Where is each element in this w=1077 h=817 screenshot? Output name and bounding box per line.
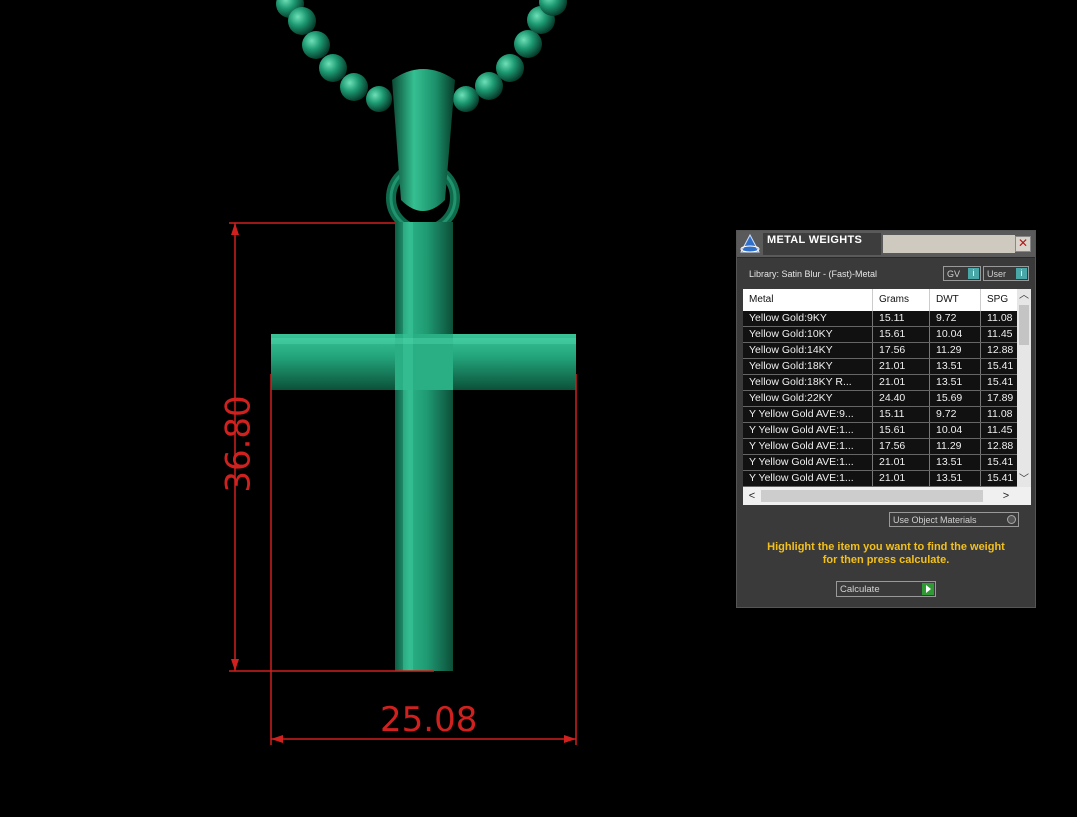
calculate-button[interactable]: Calculate <box>836 581 936 597</box>
cross <box>271 222 576 671</box>
instruction-line: for then press calculate. <box>822 554 950 566</box>
table-cell: Y Yellow Gold AVE:1... <box>743 471 873 486</box>
table-cell: 11.29 <box>930 343 981 358</box>
table-cell: 12.88 <box>987 344 1014 356</box>
scroll-right-icon[interactable]: > <box>999 487 1013 505</box>
table-cell: Yellow Gold:9KY <box>743 311 873 326</box>
table-row[interactable]: Yellow Gold:18KY R... 21.01 13.51 15.41 <box>743 375 1017 391</box>
play-icon <box>922 583 934 595</box>
instruction-text: Highlight the item you want to find the … <box>747 541 1025 567</box>
table-row[interactable]: Y Yellow Gold AVE:1... 15.61 10.04 11.45 <box>743 423 1017 439</box>
table-cell: 21.01 <box>873 359 930 374</box>
user-toggle-button[interactable]: User i <box>983 266 1029 281</box>
table-cell: 13.51 <box>930 359 981 374</box>
table-cell: Yellow Gold:22KY <box>743 391 873 406</box>
metal-weights-table[interactable]: Metal Grams DWT SPG Yellow Gold:9KY 15.11… <box>743 289 1031 505</box>
column-header-dwt[interactable]: DWT <box>930 289 981 311</box>
table-row[interactable]: Yellow Gold:10KY 15.61 10.04 11.45 <box>743 327 1017 343</box>
table-cell: 12.88 <box>987 440 1014 452</box>
scroll-thumb[interactable] <box>1019 305 1029 345</box>
metal-weights-panel: METAL WEIGHTS ✕ Library: Satin Blur - (F… <box>736 230 1036 608</box>
table-cell: Y Yellow Gold AVE:9... <box>743 407 873 422</box>
column-header-metal[interactable]: Metal <box>743 289 873 311</box>
panel-titlebar[interactable]: METAL WEIGHTS ✕ <box>737 231 1035 258</box>
table-cell: 17.56 <box>873 439 930 454</box>
table-header: Metal Grams DWT SPG <box>743 289 1017 311</box>
table-cell: 15.41 <box>987 376 1014 388</box>
info-icon: i <box>968 268 979 279</box>
table-cell: 21.01 <box>873 455 930 470</box>
radio-icon <box>1007 515 1016 524</box>
dimension-height-label: 36.80 <box>218 395 259 493</box>
table-row[interactable]: Yellow Gold:14KY 17.56 11.29 12.88 <box>743 343 1017 359</box>
table-cell: 11.08 <box>987 312 1013 324</box>
library-label: Library: Satin Blur - (Fast)-Metal <box>749 269 878 279</box>
use-object-materials-label: Use Object Materials <box>893 515 977 525</box>
gv-toggle-button[interactable]: GV i <box>943 266 981 281</box>
table-row[interactable]: Yellow Gold:18KY 21.01 13.51 15.41 <box>743 359 1017 375</box>
table-cell: Yellow Gold:14KY <box>743 343 873 358</box>
vertical-scrollbar[interactable]: ︿ ﹀ <box>1017 289 1031 487</box>
table-cell: 15.41 <box>987 456 1014 468</box>
table-cell: Yellow Gold:18KY R... <box>743 375 873 390</box>
table-cell: 15.11 <box>873 311 930 326</box>
horizontal-scrollbar[interactable]: < > <box>743 487 1031 505</box>
use-object-materials-toggle[interactable]: Use Object Materials <box>889 512 1019 527</box>
table-cell: 11.08 <box>987 408 1013 420</box>
table-cell: 11.45 <box>987 328 1013 340</box>
table-cell: 13.51 <box>930 375 981 390</box>
dimension-width-label: 25.08 <box>380 700 478 740</box>
table-row[interactable]: Y Yellow Gold AVE:1... 17.56 11.29 12.88 <box>743 439 1017 455</box>
table-cell: 15.69 <box>930 391 981 406</box>
table-cell: Y Yellow Gold AVE:1... <box>743 423 873 438</box>
table-cell: Yellow Gold:18KY <box>743 359 873 374</box>
close-icon[interactable]: ✕ <box>1015 236 1031 252</box>
column-header-grams[interactable]: Grams <box>873 289 930 311</box>
table-row[interactable]: Y Yellow Gold AVE:1... 21.01 13.51 15.41 <box>743 455 1017 471</box>
scroll-left-icon[interactable]: < <box>745 487 759 505</box>
info-icon: i <box>1016 268 1027 279</box>
calculate-label: Calculate <box>840 584 880 595</box>
table-cell: 13.51 <box>930 471 981 486</box>
table-cell: 17.89 <box>987 392 1014 404</box>
scroll-down-icon[interactable]: ﹀ <box>1017 473 1031 487</box>
table-cell: Yellow Gold:10KY <box>743 327 873 342</box>
table-cell: 9.72 <box>930 407 981 422</box>
table-cell: 9.72 <box>930 311 981 326</box>
table-row[interactable]: Yellow Gold:22KY 24.40 15.69 17.89 <box>743 391 1017 407</box>
table-body: Yellow Gold:9KY 15.11 9.72 11.08 Yellow Gold… <box>743 311 1017 487</box>
app-logo-icon <box>740 233 760 253</box>
table-cell: 15.61 <box>873 327 930 342</box>
table-cell: 15.41 <box>987 472 1014 484</box>
table-row[interactable]: Y Yellow Gold AVE:1... 21.01 13.51 15.41 <box>743 471 1017 487</box>
table-cell: 15.11 <box>873 407 930 422</box>
bail <box>392 69 455 211</box>
table-cell: 21.01 <box>873 471 930 486</box>
table-row[interactable]: Y Yellow Gold AVE:9... 15.11 9.72 11.08 <box>743 407 1017 423</box>
user-label: User <box>987 269 1007 279</box>
table-cell: 11.45 <box>987 424 1013 436</box>
table-cell: 11.29 <box>930 439 981 454</box>
table-cell: Y Yellow Gold AVE:1... <box>743 455 873 470</box>
table-cell: Y Yellow Gold AVE:1... <box>743 439 873 454</box>
column-header-spg[interactable]: SPG <box>981 289 1017 311</box>
table-cell: 15.41 <box>987 360 1014 372</box>
gv-label: GV <box>947 269 961 279</box>
table-cell: 10.04 <box>930 423 981 438</box>
panel-title: METAL WEIGHTS <box>767 234 863 246</box>
table-cell: 21.01 <box>873 375 930 390</box>
table-cell: 24.40 <box>873 391 930 406</box>
instruction-line: Highlight the item you want to find the … <box>767 541 1005 553</box>
scroll-thumb[interactable] <box>761 490 983 502</box>
table-row[interactable]: Yellow Gold:9KY 15.11 9.72 11.08 <box>743 311 1017 327</box>
scroll-up-icon[interactable]: ︿ <box>1017 289 1031 303</box>
table-cell: 10.04 <box>930 327 981 342</box>
table-cell: 13.51 <box>930 455 981 470</box>
table-cell: 17.56 <box>873 343 930 358</box>
table-cell: 15.61 <box>873 423 930 438</box>
